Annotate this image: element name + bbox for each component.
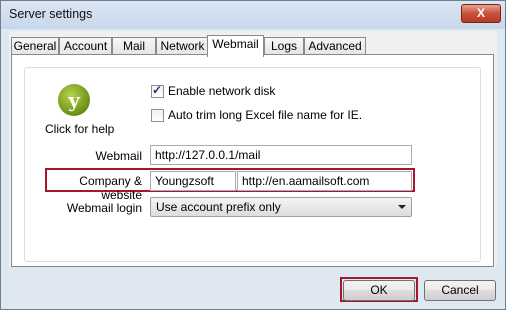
webmail-login-select[interactable]: Use account prefix only	[150, 197, 412, 217]
webmail-label: Webmail	[95, 149, 142, 163]
company-website-label: Company & website	[79, 174, 142, 202]
webmail-login-label: Webmail login	[66, 201, 142, 215]
company-name-field[interactable]: Youngzsoft	[150, 171, 236, 191]
auto-trim-checkbox[interactable]	[151, 109, 164, 122]
auto-trim-label: Auto trim long Excel file name for IE.	[168, 108, 363, 122]
company-website-field[interactable]: http://en.aamailsoft.com	[237, 171, 412, 191]
tab-logs[interactable]: Logs	[264, 37, 304, 55]
server-settings-window: Server settings X General Account Mail N…	[0, 0, 506, 310]
webmail-login-value: Use account prefix only	[156, 200, 281, 214]
tab-mail[interactable]: Mail	[112, 37, 156, 55]
webmail-url-field[interactable]: http://127.0.0.1/mail	[150, 145, 412, 165]
title-bar[interactable]: Server settings X	[1, 1, 505, 29]
enable-network-disk-checkbox[interactable]	[151, 83, 164, 98]
window-title: Server settings	[9, 7, 93, 21]
tab-advanced[interactable]: Advanced	[304, 37, 366, 55]
tab-network[interactable]: Network	[156, 37, 209, 55]
cancel-button[interactable]: Cancel	[424, 280, 496, 301]
help-label[interactable]: Click for help	[45, 122, 114, 136]
logo-glyph: y	[68, 88, 80, 112]
enable-network-disk-label: Enable network disk	[168, 84, 276, 98]
help-logo-icon[interactable]: y	[58, 84, 90, 116]
close-button[interactable]: X	[461, 4, 501, 23]
close-icon: X	[476, 6, 485, 20]
ok-button[interactable]: OK	[343, 280, 415, 301]
tab-webmail[interactable]: Webmail	[207, 35, 264, 57]
tab-account[interactable]: Account	[59, 37, 112, 55]
chevron-down-icon	[398, 205, 406, 209]
tab-general[interactable]: General	[11, 37, 59, 55]
